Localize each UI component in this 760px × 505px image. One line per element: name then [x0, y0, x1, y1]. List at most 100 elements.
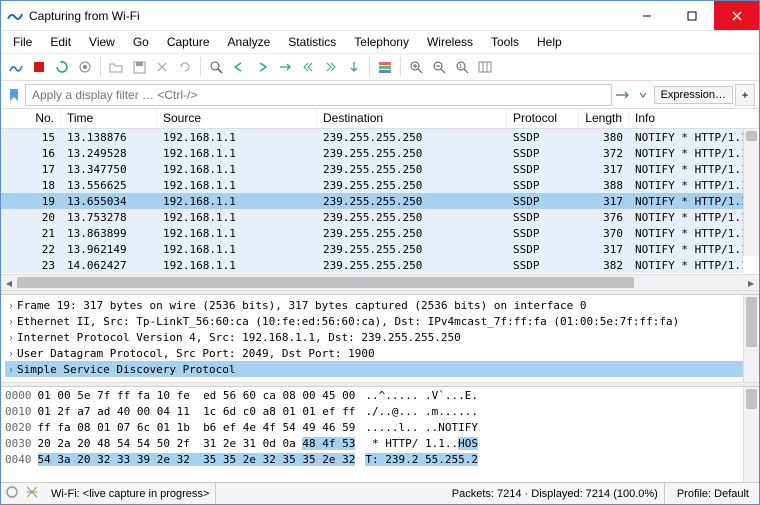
- menu-go[interactable]: Go: [125, 33, 157, 51]
- status-bar: Wi-Fi: <live capture in progress> Packet…: [1, 482, 759, 504]
- expression-button[interactable]: Expression…: [654, 86, 733, 104]
- packet-row[interactable]: 1613.249528192.168.1.1239.255.255.250SSD…: [1, 145, 743, 161]
- packet-row[interactable]: 1513.138876192.168.1.1239.255.255.250SSD…: [1, 129, 743, 145]
- expert-info-icon[interactable]: [25, 485, 39, 502]
- expand-icon[interactable]: ›: [5, 299, 17, 312]
- auto-scroll-icon[interactable]: [343, 56, 365, 78]
- column-header-source[interactable]: Source: [157, 109, 317, 128]
- detail-node[interactable]: ›Ethernet II, Src: Tp-LinkT_56:60:ca (10…: [5, 313, 755, 329]
- detail-node[interactable]: ›Frame 19: 317 bytes on wire (2536 bits)…: [5, 297, 755, 313]
- capture-options-icon[interactable]: [74, 56, 96, 78]
- zoom-in-icon[interactable]: [405, 56, 427, 78]
- filter-arrow-icon[interactable]: [614, 86, 632, 104]
- wireshark-logo-icon: [7, 8, 23, 24]
- add-filter-button[interactable]: +: [735, 84, 755, 106]
- menu-statistics[interactable]: Statistics: [280, 33, 344, 51]
- menu-wireless[interactable]: Wireless: [419, 33, 481, 51]
- maximize-button[interactable]: [669, 1, 714, 30]
- packet-row[interactable]: 2213.962149192.168.1.1239.255.255.250SSD…: [1, 241, 743, 257]
- capture-indicator-icon: [5, 485, 19, 502]
- go-forward-icon[interactable]: [251, 56, 273, 78]
- colorize-icon[interactable]: [374, 56, 396, 78]
- details-vscrollbar[interactable]: [743, 295, 759, 382]
- packet-list-pane: No. Time Source Destination Protocol Len…: [1, 109, 759, 291]
- go-to-packet-icon[interactable]: [274, 56, 296, 78]
- status-profile[interactable]: Profile: Default: [671, 483, 755, 504]
- menubar: FileEditViewGoCaptureAnalyzeStatisticsTe…: [1, 31, 759, 53]
- minimize-button[interactable]: [624, 1, 669, 30]
- packet-list-header[interactable]: No. Time Source Destination Protocol Len…: [1, 109, 759, 129]
- column-header-protocol[interactable]: Protocol: [507, 109, 579, 128]
- packet-row[interactable]: 1713.347750192.168.1.1239.255.255.250SSD…: [1, 161, 743, 177]
- status-packets: Packets: 7214 · Displayed: 7214 (100.0%): [446, 483, 665, 504]
- go-back-icon[interactable]: [228, 56, 250, 78]
- toolbar: 1: [1, 53, 759, 81]
- packet-row[interactable]: 1813.556625192.168.1.1239.255.255.250SSD…: [1, 177, 743, 193]
- open-file-icon[interactable]: [105, 56, 127, 78]
- bookmark-filter-icon[interactable]: [5, 86, 23, 104]
- scroll-right-icon[interactable]: ▸: [743, 275, 759, 291]
- reload-icon[interactable]: [174, 56, 196, 78]
- detail-node[interactable]: ›User Datagram Protocol, Src Port: 2049,…: [5, 345, 755, 361]
- restart-capture-icon[interactable]: [51, 56, 73, 78]
- display-filter-input[interactable]: [25, 84, 612, 106]
- packet-list-rows[interactable]: 1513.138876192.168.1.1239.255.255.250SSD…: [1, 129, 759, 274]
- packet-bytes-pane[interactable]: 000001 00 5e 7f ff fa 10 fe ed 56 60 ca …: [1, 387, 759, 482]
- packet-list-vscrollbar[interactable]: [743, 129, 759, 256]
- packet-row[interactable]: 2314.062427192.168.1.1239.255.255.250SSD…: [1, 257, 743, 273]
- save-file-icon[interactable]: [128, 56, 150, 78]
- expand-icon[interactable]: ›: [5, 315, 17, 328]
- packet-row[interactable]: 2113.863899192.168.1.1239.255.255.250SSD…: [1, 225, 743, 241]
- expand-icon[interactable]: ›: [5, 363, 17, 376]
- status-interface: Wi-Fi: <live capture in progress>: [45, 483, 216, 504]
- column-header-info[interactable]: Info: [629, 109, 759, 128]
- hex-row[interactable]: 004054 3a 20 32 33 39 2e 32 35 35 2e 32 …: [5, 453, 755, 469]
- svg-text:1: 1: [459, 64, 463, 70]
- find-packet-icon[interactable]: [205, 56, 227, 78]
- filter-dropdown-icon[interactable]: [634, 86, 652, 104]
- menu-edit[interactable]: Edit: [42, 33, 79, 51]
- titlebar: Capturing from Wi-Fi: [1, 1, 759, 31]
- menu-help[interactable]: Help: [529, 33, 570, 51]
- start-capture-icon[interactable]: [5, 56, 27, 78]
- toolbar-separator: [200, 57, 201, 77]
- toolbar-separator: [369, 57, 370, 77]
- detail-node[interactable]: ›Simple Service Discovery Protocol: [5, 361, 755, 377]
- column-header-destination[interactable]: Destination: [317, 109, 507, 128]
- menu-telephony[interactable]: Telephony: [346, 33, 417, 51]
- menu-file[interactable]: File: [5, 33, 40, 51]
- zoom-out-icon[interactable]: [428, 56, 450, 78]
- hex-row[interactable]: 001001 2f a7 ad 40 00 04 11 1c 6d c0 a8 …: [5, 405, 755, 421]
- expand-icon[interactable]: ›: [5, 347, 17, 360]
- toolbar-separator: [400, 57, 401, 77]
- packet-list-hscrollbar[interactable]: ◂ ▸: [1, 274, 759, 290]
- bytes-vscrollbar[interactable]: [743, 387, 759, 482]
- resize-columns-icon[interactable]: [474, 56, 496, 78]
- window-title: Capturing from Wi-Fi: [29, 9, 140, 23]
- packet-row[interactable]: 1913.655034192.168.1.1239.255.255.250SSD…: [1, 193, 743, 209]
- zoom-reset-icon[interactable]: 1: [451, 56, 473, 78]
- go-first-icon[interactable]: [297, 56, 319, 78]
- filter-bar: Expression… +: [1, 81, 759, 109]
- packet-row[interactable]: 2013.753278192.168.1.1239.255.255.250SSD…: [1, 209, 743, 225]
- menu-analyze[interactable]: Analyze: [220, 33, 279, 51]
- scroll-left-icon[interactable]: ◂: [1, 275, 17, 291]
- expand-icon[interactable]: ›: [5, 331, 17, 344]
- go-last-icon[interactable]: [320, 56, 342, 78]
- column-header-length[interactable]: Length: [579, 109, 629, 128]
- window-controls: [624, 1, 759, 30]
- close-button[interactable]: [714, 1, 759, 30]
- menu-tools[interactable]: Tools: [483, 33, 527, 51]
- column-header-time[interactable]: Time: [61, 109, 157, 128]
- hex-row[interactable]: 0020ff fa 08 01 07 6c 01 1b b6 ef 4e 4f …: [5, 421, 755, 437]
- menu-view[interactable]: View: [81, 33, 123, 51]
- packet-details-pane[interactable]: ›Frame 19: 317 bytes on wire (2536 bits)…: [1, 295, 759, 383]
- stop-capture-icon[interactable]: [28, 56, 50, 78]
- menu-capture[interactable]: Capture: [159, 33, 218, 51]
- toolbar-separator: [100, 57, 101, 77]
- close-file-icon[interactable]: [151, 56, 173, 78]
- hex-row[interactable]: 003020 2a 20 48 54 54 50 2f 31 2e 31 0d …: [5, 437, 755, 453]
- detail-node[interactable]: ›Internet Protocol Version 4, Src: 192.1…: [5, 329, 755, 345]
- hex-row[interactable]: 000001 00 5e 7f ff fa 10 fe ed 56 60 ca …: [5, 389, 755, 405]
- column-header-no[interactable]: No.: [1, 109, 61, 128]
